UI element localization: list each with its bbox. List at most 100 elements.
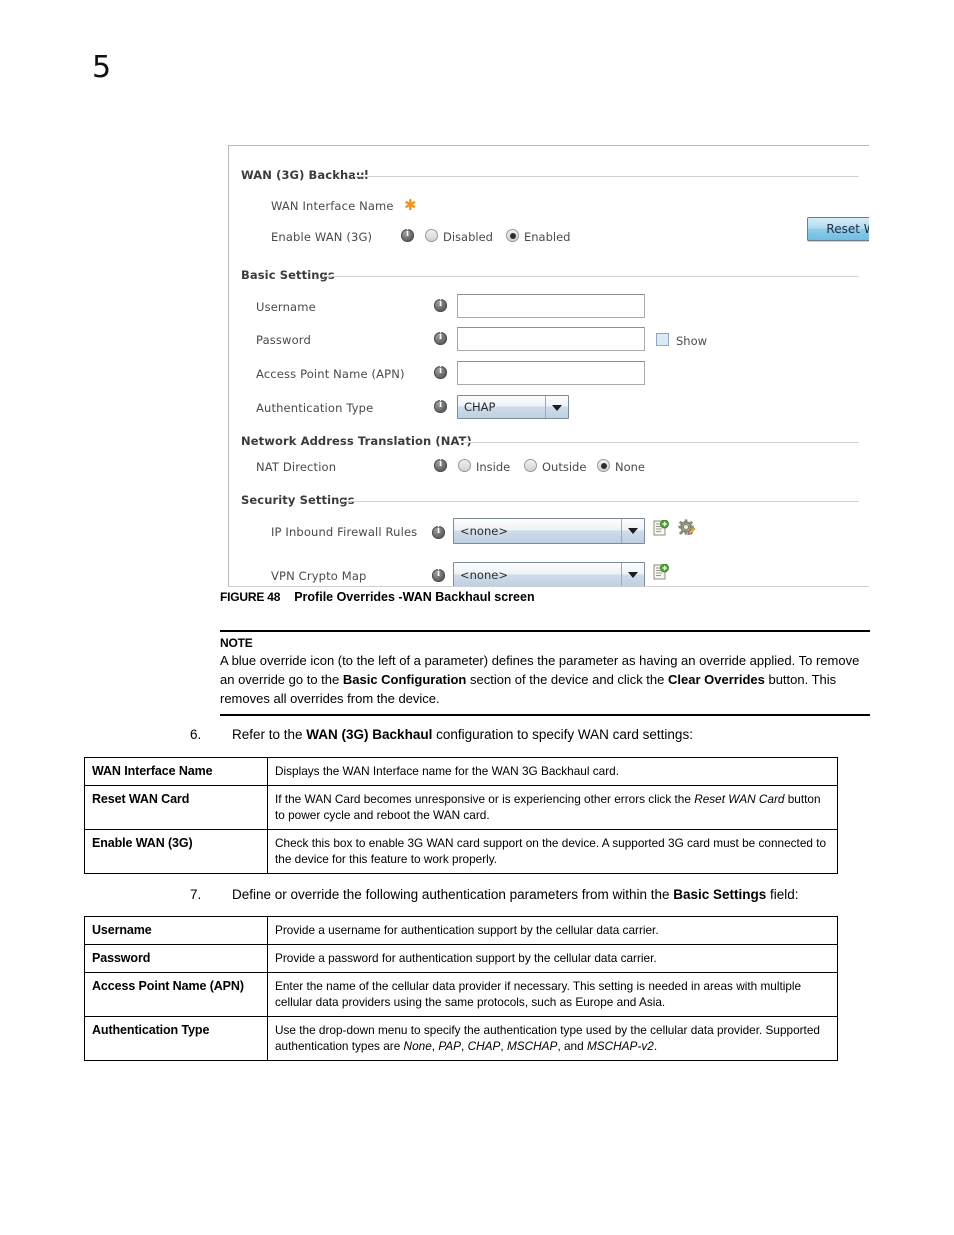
note-body: A blue override icon (to the left of a p… (220, 651, 870, 711)
reset-wan-card-button[interactable]: Reset W (807, 217, 869, 241)
info-icon-nat-direction[interactable] (434, 458, 447, 472)
defn-wan-interface-name: Displays the WAN Interface name for the … (267, 757, 838, 786)
term-authentication-type: Authentication Type (84, 1016, 268, 1061)
create-new-icon[interactable] (653, 564, 669, 581)
gear-edit-icon[interactable] (678, 519, 696, 537)
label-password: Password (256, 333, 311, 347)
defn-auth-post: . (653, 1039, 658, 1053)
ip-inbound-firewall-rules-value: <none> (460, 524, 508, 538)
term-wan-interface-name: WAN Interface Name (84, 757, 268, 786)
password-input[interactable] (457, 327, 645, 351)
step-7-text: Define or override the following authent… (232, 886, 910, 904)
basic-settings-table: Username Provide a username for authenti… (84, 916, 838, 1061)
table-row: Password Provide a password for authenti… (84, 944, 838, 973)
label-wan-interface-name: WAN Interface Name (271, 199, 394, 213)
info-icon-vpn-crypto-map[interactable] (432, 568, 445, 582)
radio-enable-wan-enabled[interactable] (506, 229, 519, 242)
radio-label-enable-wan-disabled: Disabled (443, 230, 493, 244)
radio-label-enable-wan-enabled: Enabled (524, 230, 571, 244)
chevron-down-icon (621, 563, 644, 586)
info-icon-password[interactable] (434, 331, 447, 345)
label-enable-wan: Enable WAN (3G) (271, 230, 373, 244)
defn-password: Provide a password for authentication su… (267, 944, 838, 973)
radio-label-nat-none: None (615, 460, 646, 474)
defn-enable-wan: Check this box to enable 3G WAN card sup… (267, 829, 838, 874)
section-header-wan-backhaul: WAN (3G) Backhaul (241, 168, 369, 182)
defn-auth-em3: CHAP (467, 1039, 501, 1053)
radio-nat-inside[interactable] (458, 459, 471, 472)
term-apn: Access Point Name (APN) (84, 972, 268, 1017)
defn-auth-mid4: , and (557, 1039, 587, 1053)
defn-auth-em4: MSCHAP (506, 1039, 558, 1053)
table-row: Access Point Name (APN) Enter the name o… (84, 972, 838, 1017)
table-row: Reset WAN Card If the WAN Card becomes u… (84, 785, 838, 830)
step-6: 6. Refer to the WAN (3G) Backhaul config… (190, 726, 890, 744)
figure-number: FIGURE 48 (220, 590, 281, 604)
step-7: 7. Define or override the following auth… (190, 886, 910, 904)
defn-reset-wan-card: If the WAN Card becomes unresponsive or … (267, 785, 838, 830)
ip-inbound-firewall-rules-dropdown[interactable]: <none> (453, 518, 645, 544)
figure-caption: FIGURE 48 Profile Overrides -WAN Backhaul… (220, 590, 535, 604)
term-username: Username (84, 916, 268, 945)
step-7-post: field: (766, 887, 799, 902)
label-apn: Access Point Name (APN) (256, 367, 405, 381)
defn-auth-em5: MSCHAP-v2 (586, 1039, 654, 1053)
authentication-type-value: CHAP (464, 400, 496, 414)
vpn-crypto-map-dropdown[interactable]: <none> (453, 562, 645, 586)
info-icon-username[interactable] (434, 298, 447, 312)
authentication-type-dropdown[interactable]: CHAP (457, 395, 569, 419)
info-icon-apn[interactable] (434, 365, 447, 379)
term-enable-wan: Enable WAN (3G) (84, 829, 268, 874)
table-row: Username Provide a username for authenti… (84, 916, 838, 945)
term-password: Password (84, 944, 268, 973)
step-6-post: configuration to specify WAN card settin… (432, 727, 693, 742)
info-icon-authentication-type[interactable] (434, 399, 447, 413)
label-authentication-type: Authentication Type (256, 401, 374, 415)
vpn-crypto-map-value: <none> (460, 568, 508, 582)
table-row: Authentication Type Use the drop-down me… (84, 1016, 838, 1061)
note-line-2-mid: section of the device and click the (466, 672, 668, 687)
step-7-number: 7. (190, 887, 202, 902)
username-input[interactable] (457, 294, 645, 318)
note-clear-1: Clear (668, 672, 701, 687)
defn-authentication-type: Use the drop-down menu to specify the au… (267, 1016, 838, 1061)
term-reset-wan-card: Reset WAN Card (84, 785, 268, 830)
step-6-pre: Refer to the (232, 727, 307, 742)
section-header-security-settings: Security Settings (241, 493, 355, 507)
radio-label-nat-outside: Outside (542, 460, 587, 474)
section-header-basic-settings: Basic Settings (241, 268, 335, 282)
table-row: WAN Interface Name Displays the WAN Inte… (84, 757, 838, 786)
wan-backhaul-screenshot: WAN (3G) Backhaul WAN Interface Name ✱ E… (228, 145, 869, 587)
section-rule-basic-settings (325, 275, 859, 277)
defn-reset-em: Reset WAN Card (694, 792, 785, 806)
step-6-bold: WAN (3G) Backhaul (306, 727, 433, 742)
apn-input[interactable] (457, 361, 645, 385)
note-title: NOTE (220, 636, 253, 650)
radio-nat-none[interactable] (597, 459, 610, 472)
radio-nat-outside[interactable] (524, 459, 537, 472)
defn-reset-pre: If the WAN Card becomes unresponsive or … (275, 792, 695, 806)
show-password-label: Show (676, 334, 708, 348)
page-number: 5 (92, 50, 112, 85)
label-username: Username (256, 300, 316, 314)
defn-auth-em1: None (403, 1039, 432, 1053)
figure-title: Profile Overrides -WAN Backhaul screen (294, 590, 535, 604)
table-row: Enable WAN (3G) Check this box to enable… (84, 829, 838, 874)
defn-apn: Enter the name of the cellular data prov… (267, 972, 838, 1017)
info-icon-ip-inbound-firewall-rules[interactable] (432, 525, 445, 539)
label-nat-direction: NAT Direction (256, 460, 337, 474)
note-clear-2: Overrides (704, 672, 765, 687)
radio-enable-wan-disabled[interactable] (425, 229, 438, 242)
create-new-icon[interactable] (653, 520, 669, 537)
show-password-checkbox[interactable] (656, 333, 669, 346)
step-6-text: Refer to the WAN (3G) Backhaul configura… (232, 726, 890, 744)
defn-auth-em2: PAP (438, 1039, 462, 1053)
label-vpn-crypto-map: VPN Crypto Map (271, 569, 367, 583)
section-rule-nat (461, 441, 859, 443)
label-ip-inbound-firewall-rules: IP Inbound Firewall Rules (271, 525, 418, 539)
note-rule-bottom (220, 714, 870, 716)
step-6-number: 6. (190, 727, 202, 742)
info-icon-enable-wan[interactable] (401, 228, 414, 242)
required-star-icon: ✱ (404, 196, 417, 214)
chevron-down-icon (545, 396, 568, 418)
